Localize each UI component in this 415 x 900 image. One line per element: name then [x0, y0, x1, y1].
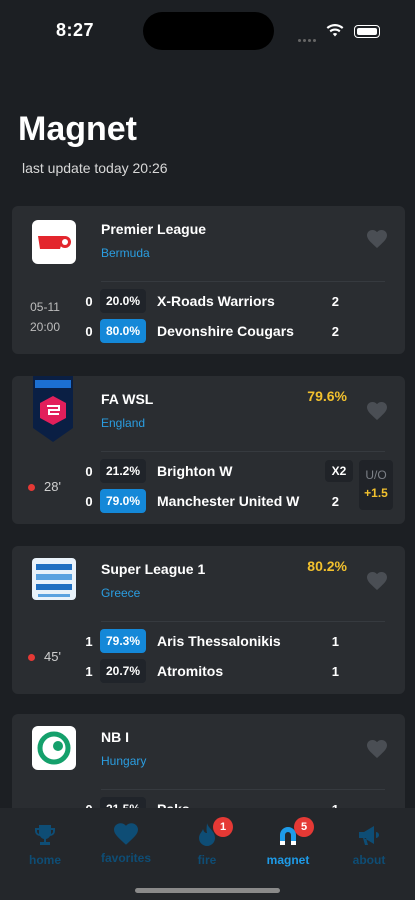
trophy-icon — [35, 825, 55, 845]
megaphone-icon — [359, 826, 379, 845]
league-logo-premier-league — [32, 220, 76, 264]
home-goals: 1 — [85, 633, 93, 649]
divider — [101, 621, 385, 622]
home-team: Aris Thessalonikis — [157, 633, 281, 649]
tab-bar: home favorites fire 1 magnet 5 about — [0, 808, 415, 900]
tab-label: magnet — [266, 853, 310, 867]
away-team: Manchester United W — [157, 493, 300, 509]
league-name: FA WSL — [101, 391, 154, 407]
signal-icon — [298, 29, 318, 47]
live-minute: 28' — [28, 479, 61, 494]
prediction-percent: 80.2% — [307, 558, 347, 574]
home-goals: 0 — [85, 293, 93, 309]
match-datetime: 05-11 20:00 — [30, 300, 60, 334]
away-team: Atromitos — [157, 663, 224, 679]
wifi-icon — [326, 24, 344, 42]
status-bar: 8:27 — [0, 0, 415, 60]
home-goals: 0 — [85, 463, 93, 479]
home-indicator — [135, 888, 280, 893]
divider — [101, 789, 385, 790]
over-under-label: U/O — [365, 468, 387, 482]
over-under-value: +1.5 — [364, 486, 388, 500]
favorite-heart-icon[interactable] — [367, 572, 387, 595]
away-probability: 79.0% — [100, 489, 146, 513]
tab-favorites[interactable]: favorites — [86, 823, 166, 865]
away-goals: 1 — [85, 663, 93, 679]
tab-label: home — [28, 853, 61, 867]
league-name: NB I — [101, 729, 129, 745]
away-goals: 0 — [85, 323, 93, 339]
tab-magnet[interactable]: magnet 5 — [248, 817, 328, 867]
match-date: 05-11 — [30, 300, 60, 314]
favorite-heart-icon[interactable] — [367, 402, 387, 425]
prediction-percent: 79.6% — [307, 388, 347, 404]
heart-icon — [114, 823, 138, 845]
notification-badge: 5 — [294, 817, 314, 837]
home-team: X-Roads Warriors — [157, 293, 275, 309]
league-logo-nb-i — [32, 726, 76, 770]
battery-icon — [354, 25, 380, 38]
league-country: Bermuda — [101, 246, 150, 260]
page-title: Magnet — [18, 110, 137, 148]
team-row-away: 0 79.0% Manchester United W — [80, 489, 299, 513]
away-probability: 20.7% — [100, 659, 146, 683]
home-probability: 20.0% — [100, 289, 146, 313]
notification-badge: 1 — [213, 817, 233, 837]
league-logo-fa-wsl — [31, 376, 75, 442]
favorite-heart-icon[interactable] — [367, 740, 387, 763]
tab-fire[interactable]: fire 1 — [167, 817, 247, 867]
away-goals: 0 — [85, 493, 93, 509]
team-row-away: 0 80.0% Devonshire Cougars — [80, 319, 294, 343]
tab-label: about — [352, 853, 386, 867]
live-minute: 45' — [28, 649, 61, 664]
away-probability: 80.0% — [100, 319, 146, 343]
match-card[interactable]: Super League 1 Greece 80.2% 45' 1 79.3% … — [12, 546, 405, 694]
tip-badge: X2 — [325, 460, 353, 482]
away-score: 1 — [331, 664, 339, 679]
home-team: Brighton W — [157, 463, 233, 479]
team-row-home: 0 20.0% X-Roads Warriors — [80, 289, 275, 313]
league-logo-super-league-1 — [32, 556, 76, 602]
last-update-text: last update today 20:26 — [22, 160, 168, 176]
favorite-heart-icon[interactable] — [367, 230, 387, 253]
away-team: Devonshire Cougars — [157, 323, 294, 339]
away-score: 2 — [331, 494, 339, 509]
divider — [101, 281, 385, 282]
league-name: Super League 1 — [101, 561, 206, 577]
team-row-home: 0 21.2% Brighton W — [80, 459, 232, 483]
team-row-away: 1 20.7% Atromitos — [80, 659, 223, 683]
home-score: 1 — [331, 634, 339, 649]
league-country: Hungary — [101, 754, 147, 768]
league-country: Greece — [101, 586, 141, 600]
away-score: 2 — [331, 324, 339, 339]
home-score: 2 — [331, 294, 339, 309]
tab-home[interactable]: home — [5, 823, 85, 867]
home-probability: 21.2% — [100, 459, 146, 483]
league-country: England — [101, 416, 146, 430]
match-time: 20:00 — [30, 320, 61, 334]
divider — [101, 451, 385, 452]
home-probability: 79.3% — [100, 629, 146, 653]
over-under-badge: U/O +1.5 — [359, 460, 393, 510]
match-card[interactable]: FA WSL England 79.6% 28' 0 21.2% Brighto… — [12, 376, 405, 524]
match-card[interactable]: Premier League Bermuda 05-11 20:00 0 20.… — [12, 206, 405, 354]
tab-label: fire — [197, 853, 217, 867]
tab-label: favorites — [100, 851, 152, 865]
team-row-home: 1 79.3% Aris Thessalonikis — [80, 629, 281, 653]
dynamic-island — [143, 12, 274, 50]
tab-about[interactable]: about — [329, 823, 409, 867]
league-name: Premier League — [101, 221, 207, 237]
status-time: 8:27 — [56, 20, 95, 40]
